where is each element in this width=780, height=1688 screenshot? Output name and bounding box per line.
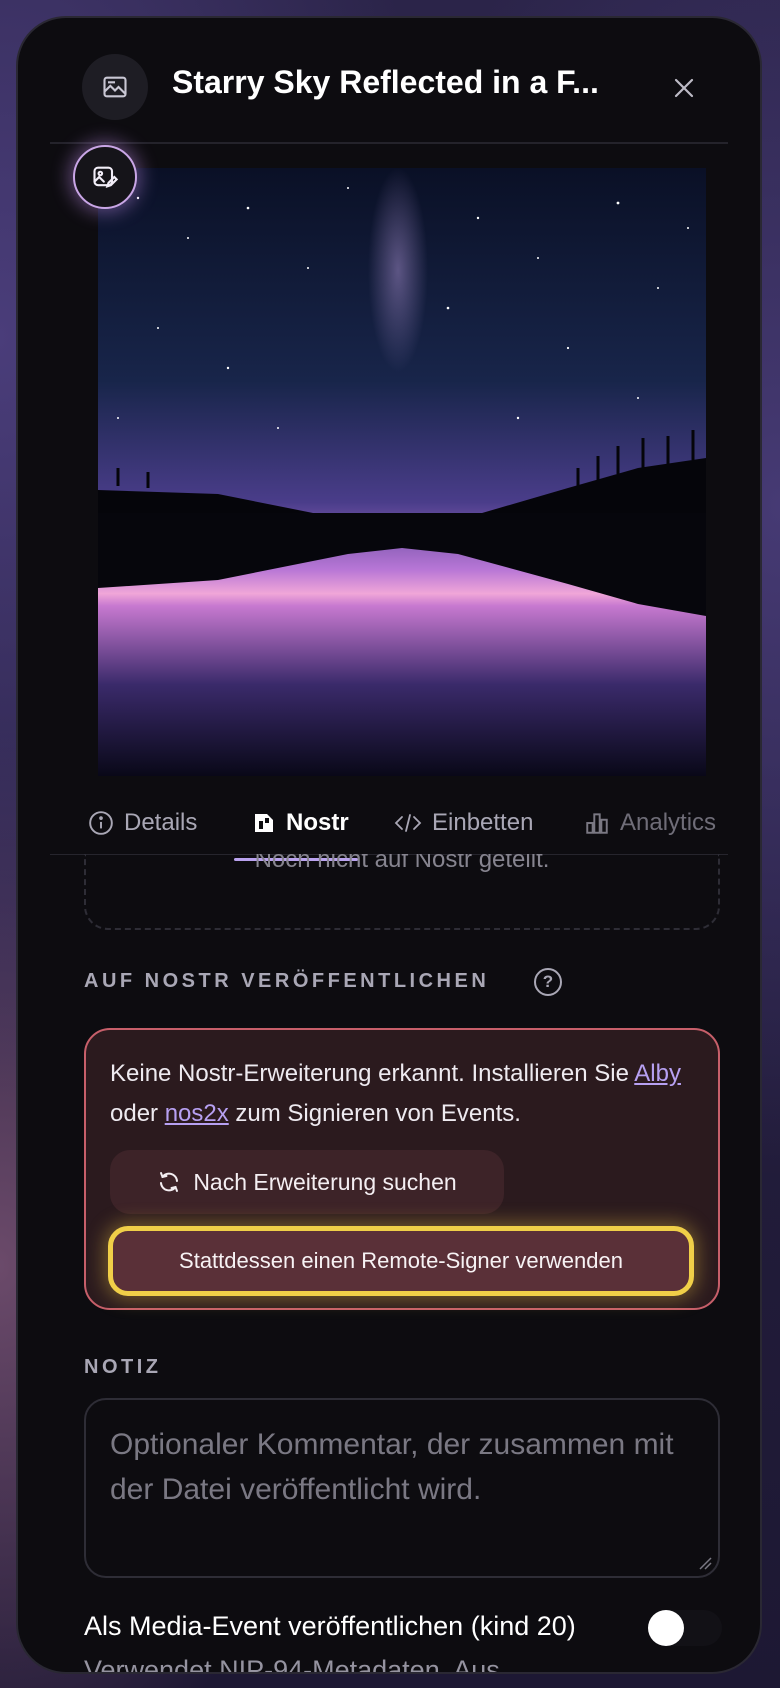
modal-header: Starry Sky Reflected in a F... [18, 18, 760, 160]
search-extension-label: Nach Erweiterung suchen [193, 1168, 457, 1195]
note-placeholder: Optionaler Kommentar, der zusammen mit d… [110, 1428, 674, 1506]
media-event-toggle[interactable] [648, 1610, 722, 1646]
alert-text-end: zum Signieren von Events. [228, 1100, 521, 1127]
tab-details[interactable]: Details [88, 788, 197, 858]
close-icon [674, 78, 694, 98]
media-event-option: Als Media-Event veröffentlichen (kind 20… [84, 1604, 604, 1674]
alert-text-middle: oder [110, 1100, 165, 1127]
edit-image-icon [93, 166, 119, 188]
file-detail-modal: Starry Sky Reflected in a F... Details N… [16, 16, 762, 1674]
toggle-knob [648, 1610, 684, 1646]
alert-text-start: Keine Nostr-Erweiterung erkannt. Install… [110, 1060, 635, 1087]
nos2x-link[interactable]: nos2x [165, 1100, 229, 1127]
publish-section-label: AUF NOSTR VERÖFFENTLICHEN [84, 970, 490, 992]
media-event-label: Als Media-Event veröffentlichen (kind 20… [84, 1611, 576, 1641]
image-preview[interactable] [98, 168, 706, 776]
bar-chart-icon [586, 813, 608, 834]
share-status-text: Noch nicht auf Nostr geteilt. [254, 854, 550, 873]
tab-embed[interactable]: Einbetten [394, 788, 533, 858]
note-textarea[interactable]: Optionaler Kommentar, der zusammen mit d… [84, 1398, 720, 1578]
media-event-description: Verwendet NIP-94-Metadaten. Aus [84, 1655, 500, 1674]
close-button[interactable] [664, 68, 704, 108]
alby-link[interactable]: Alby [634, 1060, 681, 1087]
note-section-label: NOTIZ [84, 1356, 162, 1378]
file-title: Starry Sky Reflected in a F... [172, 64, 599, 100]
tab-embed-label: Einbetten [432, 809, 534, 836]
refresh-icon [160, 1172, 179, 1192]
no-extension-alert: Keine Nostr-Erweiterung erkannt. Install… [84, 1028, 720, 1310]
search-extension-button[interactable]: Nach Erweiterung suchen [110, 1150, 504, 1214]
resize-handle-icon[interactable] [698, 1556, 712, 1570]
alert-message: Keine Nostr-Erweiterung erkannt. Install… [110, 1054, 700, 1134]
tab-analytics[interactable]: Analytics [584, 788, 716, 858]
remote-signer-label: Stattdessen einen Remote-Signer verwende… [179, 1248, 623, 1273]
help-icon[interactable]: ? [534, 968, 562, 996]
nostr-icon [255, 814, 273, 832]
code-icon [394, 814, 422, 832]
tab-nostr-label: Nostr [286, 809, 349, 836]
tab-nostr[interactable]: Nostr [252, 788, 349, 858]
info-icon [89, 811, 113, 835]
image-icon [82, 54, 148, 120]
edit-image-button[interactable] [73, 145, 137, 209]
tab-details-label: Details [124, 809, 198, 836]
starry-sky-image [98, 168, 706, 776]
share-status-box: Noch nicht auf Nostr geteilt. [84, 854, 720, 930]
remote-signer-button[interactable]: Stattdessen einen Remote-Signer verwende… [108, 1226, 694, 1296]
tab-analytics-label: Analytics [620, 809, 717, 836]
header-divider [50, 142, 728, 144]
